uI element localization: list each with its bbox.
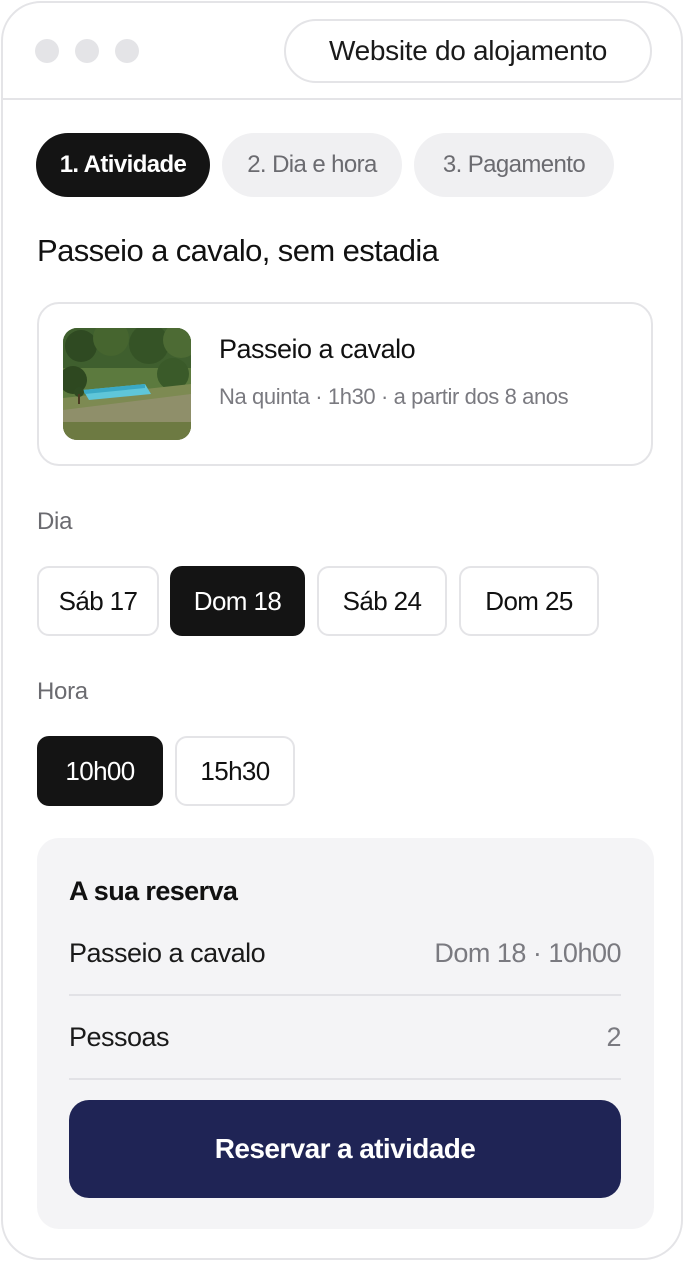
day-section-label: Dia <box>37 508 73 535</box>
activity-details: Na quinta · 1h30 · a partir dos 8 anos <box>219 384 569 409</box>
window-control-dot[interactable] <box>35 39 59 63</box>
summary-divider <box>69 994 621 996</box>
step-tab-activity[interactable]: 1. Atividade <box>36 133 210 197</box>
hour-section-label: Hora <box>37 678 88 705</box>
summary-people-value: 2 <box>606 1022 621 1052</box>
summary-people-label: Pessoas <box>69 1022 170 1052</box>
activity-title: Passeio a cavalo <box>219 334 416 364</box>
summary-title: A sua reserva <box>69 876 238 906</box>
hour-option-15h30[interactable]: 15h30 <box>175 736 295 806</box>
summary-divider <box>69 1078 621 1080</box>
summary-activity-label: Passeio a cavalo <box>69 938 266 968</box>
day-option-dom-25[interactable]: Dom 25 <box>459 566 599 636</box>
summary-activity-value: Dom 18 · 10h00 <box>434 938 621 968</box>
window-titlebar: Website do alojamento <box>3 3 681 100</box>
booking-summary: A sua reserva Passeio a cavalo Dom 18 · … <box>37 838 654 1229</box>
window-control-dot[interactable] <box>75 39 99 63</box>
website-button[interactable]: Website do alojamento <box>284 19 652 83</box>
step-tab-payment[interactable]: 3. Pagamento <box>414 133 614 197</box>
book-activity-button[interactable]: Reservar a atividade <box>69 1100 621 1198</box>
day-option-sab-17[interactable]: Sáb 17 <box>37 566 159 636</box>
activity-card[interactable]: Passeio a cavalo Na quinta · 1h30 · a pa… <box>37 302 653 466</box>
window-control-dot[interactable] <box>115 39 139 63</box>
step-tab-date-time[interactable]: 2. Dia e hora <box>222 133 402 197</box>
landscape-pool-photo-icon <box>63 328 191 440</box>
browser-window: Website do alojamento 1. Atividade 2. Di… <box>1 1 683 1260</box>
day-option-sab-24[interactable]: Sáb 24 <box>317 566 447 636</box>
day-option-dom-18[interactable]: Dom 18 <box>170 566 305 636</box>
hour-option-10h00[interactable]: 10h00 <box>37 736 163 806</box>
page-title: Passeio a cavalo, sem estadia <box>37 233 439 268</box>
